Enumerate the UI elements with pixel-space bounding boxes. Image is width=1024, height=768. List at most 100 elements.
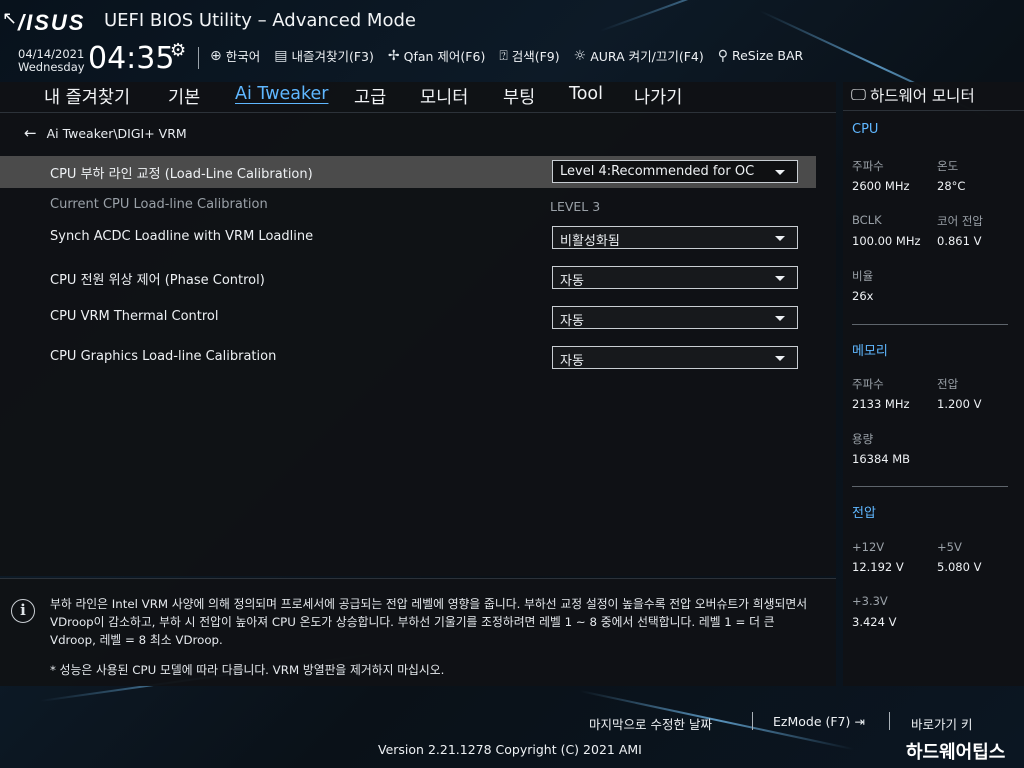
ezmode-label: EzMode (F7) [773,714,851,729]
setting-row-current-llc: Current CPU Load-line Calibration LEVEL … [0,190,816,222]
dropdown-value: Level 4:Recommended for OC [560,164,755,179]
exit-arrow-icon: ⇥ [854,714,865,729]
divider [852,324,1008,325]
cpu-freq-value: 2600 MHz [852,179,910,193]
llc-dropdown[interactable]: Level 4:Recommended for OC [552,160,798,183]
divider [752,712,753,730]
synch-acdc-dropdown[interactable]: 비활성화됨 [552,226,798,249]
weekday: Wednesday [18,60,85,74]
core-voltage-label: 코어 전압 [937,214,983,228]
bclk-label: BCLK [852,213,882,227]
caret-down-icon [775,170,785,175]
language-label: 한국어 [225,49,261,64]
divider [0,112,836,113]
v12-label: +12V [852,540,885,554]
divider [889,712,890,730]
resize-bar-icon: ⚲ [717,47,728,64]
memory-heading: 메모리 [852,344,888,359]
mem-freq-value: 2133 MHz [852,397,910,411]
cpu-temp-value: 28°C [937,179,966,193]
dropdown-value: 자동 [560,274,584,289]
qfan-button[interactable]: ✢ Qfan 제어(F6) [388,46,485,65]
setting-row-llc[interactable]: CPU 부하 라인 교정 (Load-Line Calibration) Lev… [0,156,816,188]
search-button[interactable]: ⍰ 검색(F9) [499,46,559,65]
fan-icon: ✢ [387,47,400,64]
tab-monitor[interactable]: 모니터 [420,84,468,109]
v12-value: 12.192 V [852,560,904,574]
help-text: 부하 라인은 Intel VRM 사양에 의해 정의되며 프로세서에 공급되는 … [50,597,808,647]
v5-value: 5.080 V [937,560,982,574]
date-display: 04/14/2021 Wednesday [18,48,85,74]
mouse-cursor-icon: ↖ [2,8,18,29]
graphics-llc-dropdown[interactable]: 자동 [552,346,798,369]
tab-main[interactable]: 기본 [168,84,200,109]
caret-down-icon [775,356,785,361]
ratio-label: 비율 [852,269,874,283]
dropdown-value: 비활성화됨 [560,234,620,249]
setting-row-phase-control[interactable]: CPU 전원 위상 제어 (Phase Control) 자동 [0,262,816,294]
favorites-label: 내즐겨찾기(F3) [291,49,374,64]
setting-row-synch-acdc[interactable]: Synch ACDC Loadline with VRM Loadline 비활… [0,222,816,254]
phase-control-dropdown[interactable]: 자동 [552,266,798,289]
tab-favorites[interactable]: 내 즐겨찾기 [44,84,130,109]
favorites-icon: ▤ [274,47,288,64]
tab-ai-tweaker[interactable]: Ai Tweaker [235,84,328,104]
divider [198,47,199,69]
version-info: Version 2.21.1278 Copyright (C) 2021 AMI [378,742,642,757]
tab-boot[interactable]: 부팅 [503,84,535,109]
help-note: * 성능은 사용된 CPU 모델에 따라 다릅니다. VRM 방열판을 제거하지… [50,663,445,677]
resize-bar-label: ReSize BAR [731,48,804,63]
setting-row-graphics-llc[interactable]: CPU Graphics Load-line Calibration 자동 [0,342,816,374]
v33-value: 3.424 V [852,615,897,629]
tab-advanced[interactable]: 고급 [354,84,386,109]
mem-capacity-value: 16384 MB [852,452,911,466]
mem-volt-label: 전압 [937,377,959,391]
cpu-temp-label: 온도 [937,159,959,173]
ezmode-button[interactable]: EzMode (F7) ⇥ [773,714,865,729]
hardware-monitor-panel: 🖵 하드웨어 모니터 CPU 주파수 온도 2600 MHz 28°C BCLK… [843,82,1024,686]
header: /ISUS UEFI BIOS Utility – Advanced Mode … [0,0,1024,82]
caret-down-icon [775,316,785,321]
breadcrumb-path: Ai Tweaker\DIGI+ VRM [46,125,187,141]
voltage-heading: 전압 [852,506,876,521]
tab-exit[interactable]: 나가기 [634,84,682,109]
language-button[interactable]: ⊕ 한국어 [210,46,260,65]
dropdown-value: 자동 [560,314,584,329]
info-icon: i [11,599,35,623]
gear-icon[interactable]: ⚙ [170,40,186,61]
app-title: UEFI BIOS Utility – Advanced Mode [104,10,416,31]
vrm-thermal-dropdown[interactable]: 자동 [552,306,798,329]
mem-freq-label: 주파수 [852,377,884,391]
setting-label: CPU 부하 라인 교정 (Load-Line Calibration) [50,167,313,182]
setting-row-vrm-thermal[interactable]: CPU VRM Thermal Control 자동 [0,302,816,334]
divider [843,110,1024,111]
breadcrumb: ← Ai Tweaker\DIGI+ VRM [24,124,187,142]
tab-tool[interactable]: Tool [569,84,603,104]
v5-label: +5V [937,540,962,554]
clock[interactable]: 04:35 [88,41,174,76]
v33-label: +3.3V [852,594,888,608]
monitor-title: 🖵 하드웨어 모니터 [851,84,975,106]
search-label: 검색(F9) [511,49,560,64]
resize-bar-button[interactable]: ⚲ ReSize BAR [718,46,804,65]
favorites-button[interactable]: ▤ 내즐겨찾기(F3) [274,46,374,65]
setting-label: CPU 전원 위상 제어 (Phase Control) [50,273,265,288]
aura-button[interactable]: ☼ AURA 켜기/끄기(F4) [574,46,704,65]
ratio-value: 26x [852,289,874,303]
monitor-icon: 🖵 [851,85,866,104]
dropdown-value: 자동 [560,354,584,369]
mem-capacity-label: 용량 [852,432,874,446]
globe-icon: ⊕ [210,47,222,64]
aura-label: AURA 켜기/끄기(F4) [590,49,704,64]
shortcut-keys-button[interactable]: 바로가기 키 [911,714,972,733]
aura-icon: ☼ [573,47,587,64]
core-voltage-value: 0.861 V [937,234,982,248]
back-arrow-icon[interactable]: ← [24,124,37,142]
qfan-label: Qfan 제어(F6) [403,49,486,64]
bclk-value: 100.00 MHz [852,234,921,248]
monitor-title-label: 하드웨어 모니터 [869,87,975,105]
main-panel: 내 즐겨찾기 기본 Ai Tweaker 고급 모니터 부팅 Tool 나가기 … [0,82,836,576]
mem-volt-value: 1.200 V [937,397,982,411]
readonly-value: LEVEL 3 [550,199,601,214]
last-modified-button[interactable]: 마지막으로 수정한 날짜 [589,714,712,733]
